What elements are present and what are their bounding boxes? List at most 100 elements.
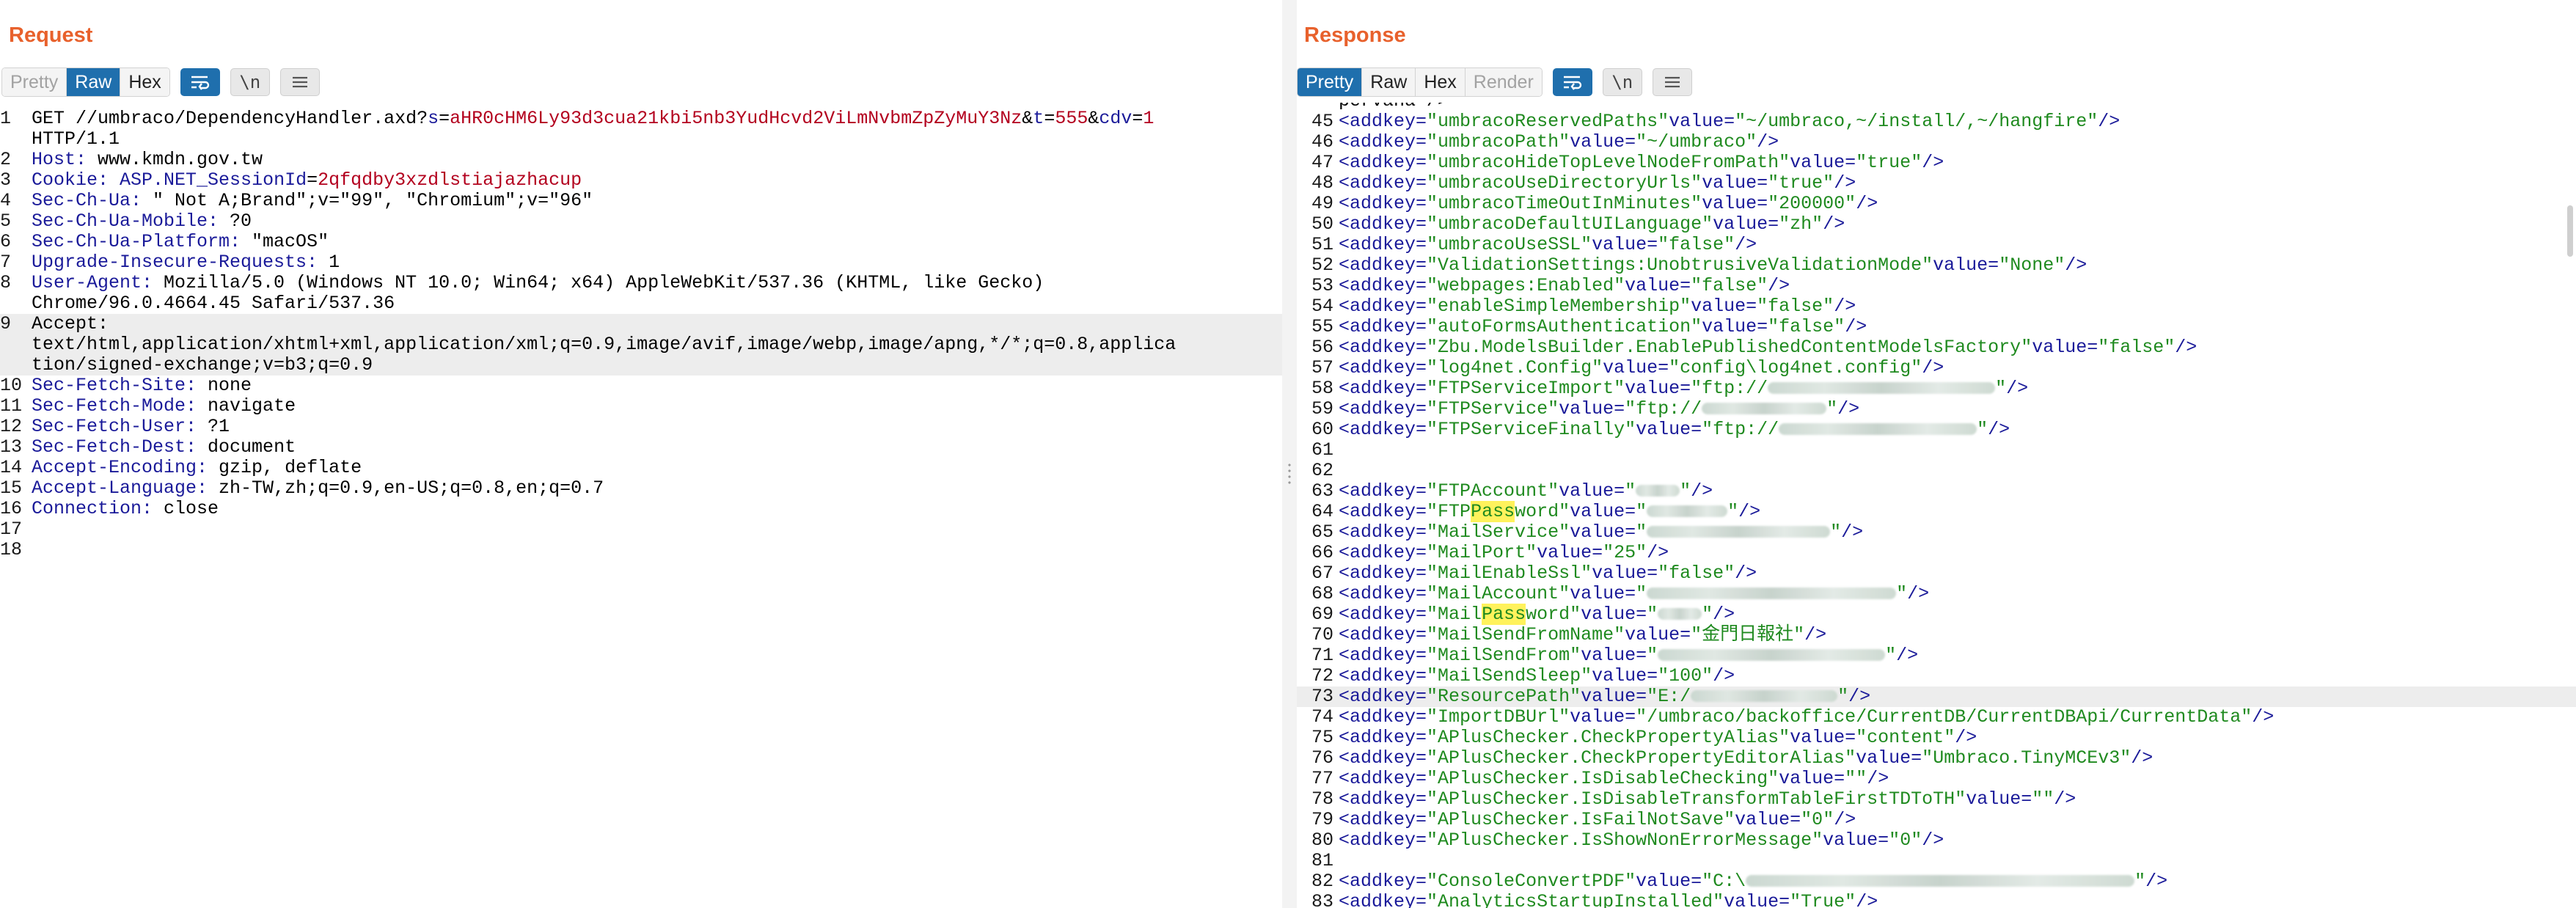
request-line: 11 Sec-Fetch-Mode: navigate	[0, 395, 296, 417]
response-line: 60 <addkey="FTPServiceFinally"value="ftp:…	[1311, 419, 2010, 440]
pane-splitter[interactable]	[1282, 0, 1297, 908]
request-line: 3 Cookie: ASP.NET_SessionId=2qfqdby3xzdl…	[0, 169, 582, 191]
wrap-lines-icon	[191, 76, 209, 90]
request-line: 1 GET //umbraco/DependencyHandler.axd?s=…	[0, 109, 1155, 129]
response-tab-pretty[interactable]: Pretty	[1298, 68, 1363, 96]
response-line: 56 <addkey="Zbu.ModelsBuilder.EnablePubli…	[1311, 337, 2198, 358]
request-line: 14 Accept-Encoding: gzip, deflate	[0, 457, 362, 478]
response-view-tabs: Pretty Raw Hex Render	[1297, 67, 1543, 97]
request-title: Request	[9, 23, 93, 47]
response-line: 50 <addkey="umbracoDefaultUILanguage"valu…	[1311, 213, 1845, 235]
request-line: 16 Connection: close	[0, 498, 219, 519]
response-line: 58 <addkey="FTPServiceImport"value="ftp:/…	[1311, 378, 2029, 399]
redacted-value-blur	[1768, 382, 1996, 395]
hamburger-menu-icon	[292, 76, 307, 88]
request-tab-raw[interactable]: Raw	[67, 68, 121, 96]
request-line-highlighted: 9 Accept:	[0, 314, 1282, 334]
request-line: 6 Sec-Ch-Ua-Platform: "macOS"	[0, 231, 329, 252]
response-line: 52 <addkey="ValidationSettings:Unobtrusiv…	[1311, 255, 2087, 276]
response-tab-hex[interactable]: Hex	[1416, 68, 1466, 96]
response-line: 82 <addkey="ConsoleConvertPDF"value="C:\ "…	[1311, 871, 2168, 892]
redacted-value-blur	[1746, 875, 2135, 887]
request-toolbar: Pretty Raw Hex \n	[1, 67, 320, 97]
response-line: 74 <addkey="ImportDBUrl"value="/umbraco/b…	[1311, 706, 2275, 728]
vertical-scrollbar[interactable]	[2567, 205, 2573, 257]
request-wrap-lines-button[interactable]	[180, 68, 220, 96]
response-line: 70 <addkey="MailSendFromName"value="金門日報社…	[1311, 624, 1827, 645]
request-menu-button[interactable]	[279, 68, 320, 96]
response-line: 51 <addkey="umbracoUseSSL"value="false"/>	[1311, 234, 1757, 255]
request-line: 7 Upgrade-Insecure-Requests: 1	[0, 252, 340, 273]
response-line: 61	[1311, 439, 1333, 461]
redacted-value-blur	[1779, 423, 1977, 436]
response-line: 55 <addkey="autoFormsAuthentication"value…	[1311, 316, 1867, 337]
redacted-value-blur	[1702, 403, 1827, 415]
response-line: 66 <addkey="MailPort"value="25"/>	[1311, 542, 1669, 563]
request-line-continuation: HTTP/1.1	[32, 128, 120, 150]
response-line: 47 <addkey="umbracoHideTopLevelNodeFromPa…	[1311, 152, 1944, 173]
response-line: 72 <addkey="MailSendSleep"value="100"/>	[1311, 665, 1735, 687]
redacted-value-blur	[1691, 690, 1838, 703]
response-line: 53 <addkey="webpages:Enabled"value="false…	[1311, 275, 1790, 296]
response-line: 48 <addkey="umbracoUseDirectoryUrls"value…	[1311, 172, 1856, 194]
response-line: 49 <addkey="umbracoTimeOutInMinutes"value…	[1311, 193, 1878, 214]
response-line: 54 <addkey="enableSimpleMembership"value=…	[1311, 296, 1856, 317]
redacted-value-blur	[1647, 505, 1728, 518]
redacted-value-blur	[1636, 485, 1680, 497]
response-wrap-lines-button[interactable]	[1552, 68, 1592, 96]
response-line: 69 <addkey="MailPassword"value=" "/>	[1311, 604, 1735, 625]
request-line: 5 Sec-Ch-Ua-Mobile: ?0	[0, 210, 252, 232]
response-line: 76 <addkey="APlusChecker.CheckPropertyEdi…	[1311, 747, 2154, 769]
response-line: 62	[1311, 460, 1333, 481]
response-line: 63 <addkey="FTPAccount"value=" "/>	[1311, 480, 1713, 502]
response-line: 59 <addkey="FTPService"value="ftp://"/>	[1311, 398, 1860, 420]
response-line: 79 <addkey="APlusChecker.IsFailNotSave"va…	[1311, 809, 1856, 830]
wrap-lines-icon	[1563, 76, 1581, 90]
response-tab-raw[interactable]: Raw	[1362, 68, 1416, 96]
response-line: 46 <addkey="umbracoPath"value="~/umbraco"…	[1311, 131, 1779, 153]
redacted-value-blur	[1658, 608, 1702, 620]
request-tab-hex[interactable]: Hex	[120, 68, 169, 96]
response-line: 71 <addkey="MailSendFrom"value=" "/>	[1311, 645, 1919, 666]
request-line: 8 User-Agent: Mozilla/5.0 (Windows NT 10…	[0, 272, 1044, 293]
request-line: 17	[0, 519, 23, 540]
request-line-continuation: tion/signed-exchange;v=b3;q=0.9	[0, 355, 1282, 376]
response-menu-button[interactable]	[1652, 68, 1692, 96]
request-line: 4 Sec-Ch-Ua: " Not A;Brand";v="99", "Chr…	[0, 190, 593, 211]
response-line: 65 <addkey="MailService"value=" "/>	[1311, 521, 1864, 543]
request-line-continuation: Chrome/96.0.4664.45 Safari/537.36	[32, 293, 395, 314]
response-line: 64 <addkey="FTPPassword"value=" "/>	[1311, 501, 1761, 522]
request-line: 13 Sec-Fetch-Dest: document	[0, 436, 296, 458]
response-line: 78 <addkey="APlusChecker.IsDisableTransfo…	[1311, 788, 2076, 810]
response-line: 67 <addkey="MailEnableSsl"value="false"/>	[1311, 563, 1757, 584]
response-title: Response	[1304, 23, 1406, 47]
hamburger-menu-icon	[1664, 76, 1680, 88]
response-editor[interactable]: pervana /> 45<addkey="umbracoReservedPat…	[1297, 103, 2576, 908]
response-line: 77 <addkey="APlusChecker.IsDisableCheckin…	[1311, 768, 1889, 789]
request-line: 15 Accept-Language: zh-TW,zh;q=0.9,en-US…	[0, 477, 604, 499]
redacted-value-blur	[1647, 587, 1897, 600]
redacted-value-blur	[1647, 526, 1831, 538]
request-pane: Request Pretty Raw Hex \n 1 GET //umbrac…	[0, 0, 1282, 908]
request-tab-pretty[interactable]: Pretty	[2, 68, 67, 96]
request-line: 12 Sec-Fetch-User: ?1	[0, 416, 230, 437]
response-line: 68 <addkey="MailAccount"value=" "/>	[1311, 583, 1930, 604]
request-view-tabs: Pretty Raw Hex	[1, 67, 170, 97]
request-line: 10 Sec-Fetch-Site: none	[0, 375, 252, 396]
response-line: 73 <addkey="ResourcePath"value="E:/"/>	[1297, 687, 2576, 707]
request-show-newlines-button[interactable]: \n	[230, 68, 270, 96]
request-line: 18	[0, 539, 23, 560]
response-line: 83 <addkey="AnalyticsStartupInstalled"val…	[1311, 891, 1878, 908]
redacted-value-blur	[1658, 649, 1886, 662]
response-line: 57 <addkey="log4net.Config"value="config\…	[1311, 357, 1944, 378]
newline-label: \n	[1611, 72, 1633, 92]
response-line: 75 <addkey="APlusChecker.CheckPropertyAli…	[1311, 727, 1977, 748]
drag-handle-icon[interactable]	[1288, 462, 1291, 484]
response-line: 45 <addkey="umbracoReservedPaths"value="~…	[1311, 111, 2121, 132]
response-show-newlines-button[interactable]: \n	[1602, 68, 1642, 96]
request-editor[interactable]: 1 GET //umbraco/DependencyHandler.axd?s=…	[0, 109, 1282, 908]
response-toolbar: Pretty Raw Hex Render \n	[1297, 67, 1692, 97]
response-pane: Response Pretty Raw Hex Render \n pervan…	[1297, 0, 2576, 908]
response-tab-render[interactable]: Render	[1465, 68, 1542, 96]
request-line: 2 Host: www.kmdn.gov.tw	[0, 149, 263, 170]
